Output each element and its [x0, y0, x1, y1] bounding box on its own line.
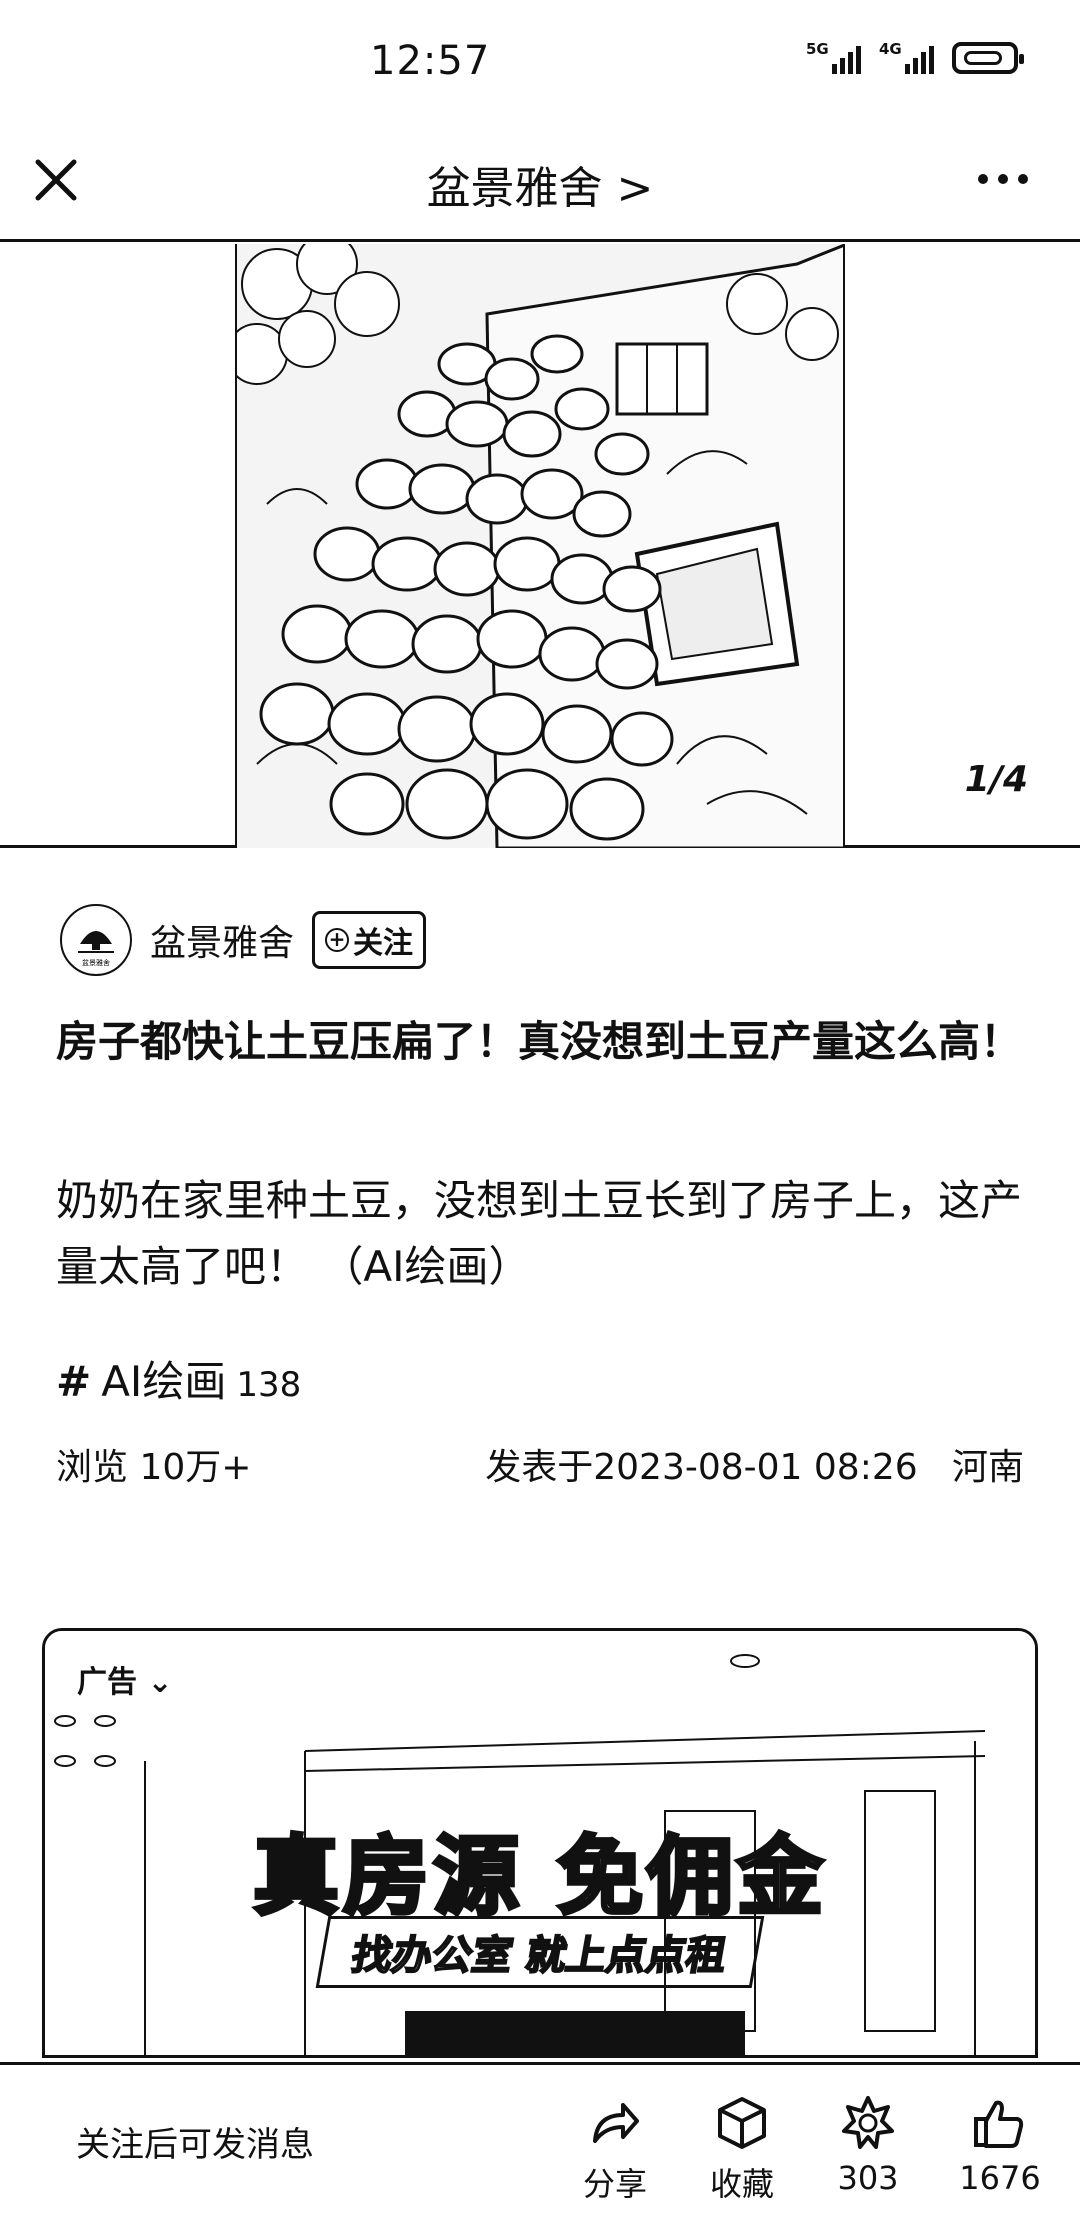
hashtag-icon: #: [56, 1357, 92, 1406]
image-gallery[interactable]: 1/4: [0, 244, 1080, 848]
post-title: 房子都快让土豆压扁了！真没想到土豆产量这么高！: [56, 1017, 1023, 1066]
chevron-down-icon: ⌄: [137, 1665, 173, 1700]
box-icon: [718, 2097, 766, 2149]
topic-tag-count: 138: [236, 1365, 302, 1405]
ad-subline-wrap: 找办公室 就上点点租: [45, 1916, 1035, 1988]
topic-tag[interactable]: # AI绘画 138: [56, 1348, 301, 1409]
like-button[interactable]: 1676: [940, 2095, 1060, 2197]
plus-icon: +: [325, 928, 350, 952]
signal-4g-icon: 4G: [879, 42, 934, 74]
star-icon: [842, 2096, 894, 2149]
comment-button[interactable]: 303: [808, 2095, 928, 2197]
ad-label[interactable]: 广告 ⌄: [77, 1657, 173, 1701]
author-avatar[interactable]: 盆景雅舍: [60, 904, 132, 976]
ad-subline: 找办公室 就上点点租: [315, 1916, 765, 1988]
follow-button[interactable]: + 关注: [312, 911, 427, 969]
post-meta: 浏览 10万+ 发表于2023-08-01 08:26 河南: [56, 1438, 1024, 1490]
signal-5g-icon: 5G: [806, 42, 861, 74]
status-bar: 12:57 5G 4G: [0, 0, 1080, 130]
status-icons: 5G 4G: [806, 42, 1024, 74]
share-icon: [593, 2103, 639, 2143]
ad-banner[interactable]: 广告 ⌄ 真房源 免佣金 找办公室 就上点点租: [42, 1628, 1038, 2058]
thumbs-up-icon: [974, 2100, 1024, 2148]
author-name[interactable]: 盆景雅舍: [150, 914, 294, 966]
top-header: 盆景雅舍 >: [0, 130, 1080, 242]
follow-label: 关注: [353, 926, 414, 961]
more-icon[interactable]: [978, 174, 1028, 184]
view-count: 浏览 10万+: [56, 1447, 252, 1488]
battery-icon: [952, 42, 1024, 74]
ad-headline: 真房源 免佣金: [251, 1825, 827, 1929]
status-time: 12:57: [370, 38, 491, 84]
author-row: 盆景雅舍 盆景雅舍 + 关注: [60, 900, 427, 980]
collect-button[interactable]: 收藏: [682, 2095, 802, 2205]
publish-location: 河南: [951, 1447, 1024, 1488]
post-photo[interactable]: [235, 244, 845, 848]
image-counter: 1/4: [964, 759, 1028, 800]
message-hint[interactable]: 关注后可发消息: [76, 2117, 314, 2166]
topic-tag-label: AI绘画: [101, 1357, 227, 1406]
publish-info: 发表于2023-08-01 08:26 河南: [485, 1438, 1024, 1490]
share-button[interactable]: 分享: [555, 2095, 675, 2205]
bottom-action-bar: 关注后可发消息 分享 收藏 303 1676: [0, 2062, 1080, 2228]
publish-time: 发表于2023-08-01 08:26: [485, 1447, 918, 1488]
avatar-logo-icon: 盆景雅舍: [78, 931, 114, 967]
post-body: 奶奶在家里种土豆，没想到土豆长到了房子上，这产量太高了吧！ （AI绘画）: [56, 1176, 1023, 1291]
svg-text:盆景雅舍: 盆景雅舍: [82, 958, 110, 967]
account-title-link[interactable]: 盆景雅舍 >: [0, 152, 1080, 216]
